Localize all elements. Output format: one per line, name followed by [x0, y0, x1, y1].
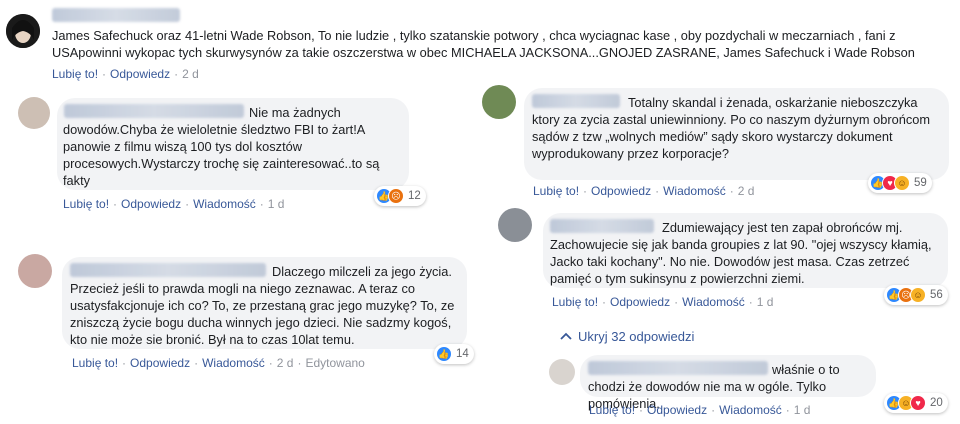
reaction-count: 59 — [914, 177, 927, 189]
hide-replies-label: Ukryj 32 odpowiedzi — [578, 328, 695, 344]
reaction-count: 20 — [930, 397, 943, 409]
reply-link[interactable]: Odpowiedz — [110, 67, 170, 81]
avatar[interactable] — [18, 97, 50, 129]
avatar[interactable] — [482, 85, 516, 119]
reply-link[interactable]: Odpowiedz — [591, 184, 651, 198]
comment-actions: Lubię to! · Odpowiedz · Wiadomość · 1 d — [589, 403, 811, 417]
like-link[interactable]: Lubię to! — [589, 403, 635, 417]
avatar[interactable] — [18, 254, 52, 288]
reaction-count: 12 — [408, 190, 421, 202]
post-text: James Safechuck oraz 41-letni Wade Robso… — [52, 28, 915, 60]
timestamp[interactable]: 1 d — [794, 403, 811, 417]
like-link[interactable]: Lubię to! — [52, 67, 98, 81]
timestamp[interactable]: 1 d — [757, 295, 774, 309]
timestamp[interactable]: 2 d — [182, 67, 199, 81]
reaction-summary[interactable]: 👍 ☺ ♥ 20 — [884, 393, 948, 413]
message-link[interactable]: Wiadomość — [202, 356, 265, 370]
message-link[interactable]: Wiadomość — [719, 403, 782, 417]
reply-link[interactable]: Odpowiedz — [121, 197, 181, 211]
hide-replies-button[interactable]: Ukryj 32 odpowiedzi — [560, 328, 694, 344]
like-link[interactable]: Lubię to! — [72, 356, 118, 370]
message-link[interactable]: Wiadomość — [663, 184, 726, 198]
comment-actions: Lubię to! · Odpowiedz · Wiadomość · 1 d — [63, 197, 285, 211]
love-reaction-icon: ♥ — [910, 395, 926, 411]
reaction-summary[interactable]: 👍 14 — [434, 344, 474, 364]
reply-link[interactable]: Odpowiedz — [647, 403, 707, 417]
comment-actions: Lubię to! · Odpowiedz · Wiadomość · 1 d — [552, 295, 774, 309]
avatar-image — [6, 14, 40, 48]
comment-text: Totalny skandal i żenada, oskarżanie nie… — [532, 95, 931, 161]
comment-actions: Lubię to! · Odpowiedz · Wiadomość · 2 d · Edytow… — [72, 356, 365, 370]
reaction-summary[interactable]: 👍 ♥ ☺ 59 — [868, 173, 932, 193]
message-link[interactable]: Wiadomość — [682, 295, 745, 309]
reply-link[interactable]: Odpowiedz — [610, 295, 670, 309]
reaction-summary[interactable]: 👍 ☹ ☺ 56 — [884, 285, 948, 305]
comment-actions: Lubię to! · Odpowiedz · Wiadomość · 2 d — [533, 184, 755, 198]
comment-text: Zdumiewający jest ten zapał obrońców mj.… — [550, 220, 932, 286]
like-link[interactable]: Lubię to! — [552, 295, 598, 309]
like-link[interactable]: Lubię to! — [533, 184, 579, 198]
reaction-count: 56 — [930, 289, 943, 301]
avatar[interactable] — [6, 14, 40, 48]
avatar[interactable] — [498, 208, 532, 242]
haha-reaction-icon: ☺ — [910, 287, 926, 303]
message-link[interactable]: Wiadomość — [193, 197, 256, 211]
timestamp[interactable]: 2 d — [277, 356, 294, 370]
comment-text: Dlaczego milczeli za jego życia. Przecie… — [70, 264, 455, 347]
reaction-count: 14 — [456, 348, 469, 360]
timestamp[interactable]: 1 d — [268, 197, 285, 211]
avatar[interactable] — [549, 359, 575, 385]
chevron-up-icon — [560, 332, 572, 340]
author-name[interactable] — [52, 8, 180, 22]
angry-reaction-icon: ☹ — [388, 188, 404, 204]
like-link[interactable]: Lubię to! — [63, 197, 109, 211]
timestamp[interactable]: 2 d — [738, 184, 755, 198]
comment-text: Nie ma żadnych dowodów.Chyba że wielolet… — [63, 105, 380, 188]
like-reaction-icon: 👍 — [436, 346, 452, 362]
reaction-summary[interactable]: 👍 ☹ 12 — [374, 186, 426, 206]
edited-label[interactable]: Edytowano — [305, 356, 364, 370]
haha-reaction-icon: ☺ — [894, 175, 910, 191]
reply-link[interactable]: Odpowiedz — [130, 356, 190, 370]
post-actions: Lubię to! · Odpowiedz · 2 d — [52, 67, 199, 81]
